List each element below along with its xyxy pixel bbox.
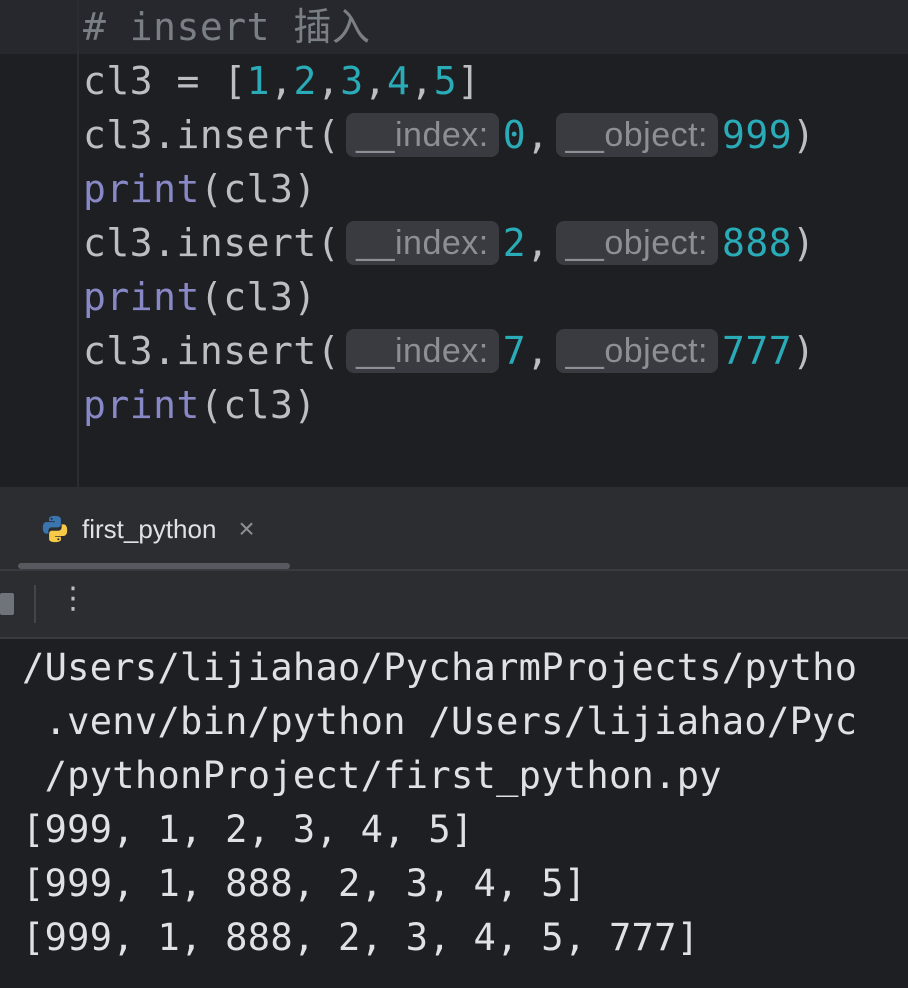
code-print-line: print(cl3) [83,167,317,211]
console-line: .venv/bin/python /Users/lijiahao/Pyc [22,700,858,743]
console-output[interactable]: /Users/lijiahao/PycharmProjects/pytho .v… [0,639,908,988]
toolbar-separator [34,585,36,623]
code-insert-line: cl3.insert(__index: 0, __object: 999) [83,112,816,157]
code-insert-line: cl3.insert(__index: 7, __object: 777) [83,328,816,373]
more-options-icon[interactable]: ⋮ [58,581,88,616]
param-hint-index: __index: [346,328,499,373]
code-editor[interactable]: # insert 插入 cl3 = [1,2,3,4,5] cl3.insert… [0,0,908,487]
gutter-divider [77,0,79,487]
code-assign-line: cl3 = [1,2,3,4,5] [83,59,481,103]
code-comment-line: # insert 插入 [83,5,371,49]
run-toolbar: ⋮ [0,571,908,639]
param-hint-index: __index: [346,112,499,157]
python-icon [42,515,68,543]
param-hint-object: __object: [555,112,718,157]
console-line: /pythonProject/first_python.py [22,754,722,797]
run-tool-window: first_python × ⋮ /Users/lijiahao/Pycharm… [0,487,908,988]
run-tab-first-python[interactable]: first_python × [40,509,255,549]
code-print-line: print(cl3) [83,275,317,319]
active-tab-indicator [18,563,290,569]
stop-icon[interactable] [0,593,14,615]
code-print-line: print(cl3) [83,383,317,427]
param-hint-index: __index: [346,220,499,265]
console-line: /Users/lijiahao/PycharmProjects/pytho [22,646,858,689]
run-tab-label: first_python [82,513,217,544]
param-hint-object: __object: [555,328,718,373]
code-insert-line: cl3.insert(__index: 2, __object: 888) [83,220,816,265]
console-line: [999, 1, 888, 2, 3, 4, 5, 777] [22,916,700,959]
close-tab-icon[interactable]: × [238,513,254,545]
param-hint-object: __object: [555,220,718,265]
run-tab-bar: first_python × [0,487,908,571]
console-line: [999, 1, 888, 2, 3, 4, 5] [22,862,587,905]
console-line: [999, 1, 2, 3, 4, 5] [22,808,474,851]
